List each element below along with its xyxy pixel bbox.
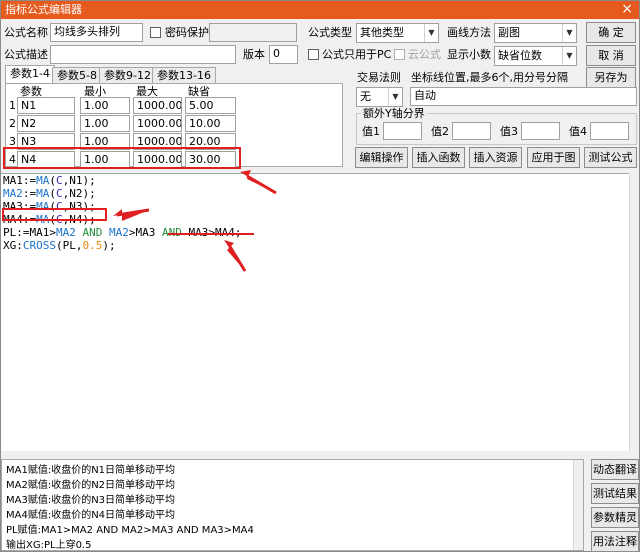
arrow-icon — [113, 170, 276, 271]
formula-editor-window: 指标公式编辑器 × 公式名称 均线多头排列 密码保护 公式类型 其他类型 ▼ 画… — [0, 0, 640, 552]
annotation-arrows — [113, 170, 277, 272]
